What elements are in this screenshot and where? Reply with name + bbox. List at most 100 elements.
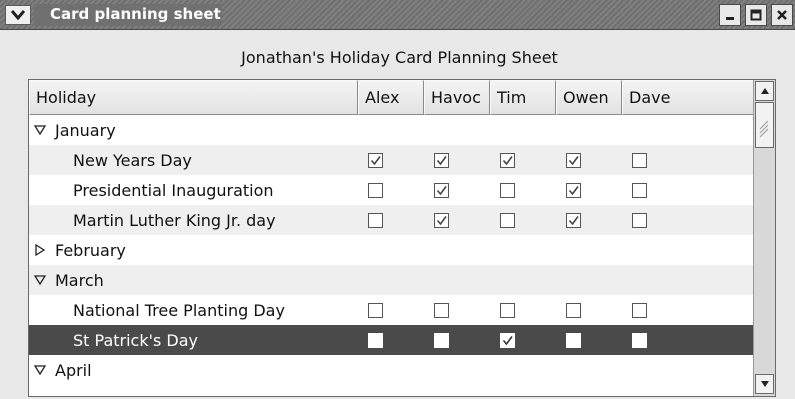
arrow-up-icon	[760, 88, 769, 94]
tree-group-row[interactable]: March	[29, 265, 765, 295]
holiday-cell: National Tree Planting Day	[29, 295, 358, 325]
column-header-holiday[interactable]: Holiday	[29, 80, 358, 115]
expander-expanded-icon[interactable]	[33, 273, 47, 287]
column-header-dave[interactable]: Dave	[622, 80, 765, 115]
expander-expanded-icon[interactable]	[33, 363, 47, 377]
checkbox-owen[interactable]	[566, 182, 581, 198]
column-header-owen[interactable]: Owen	[556, 80, 622, 115]
checkbox-dave[interactable]	[632, 332, 647, 348]
column-header-row: Holiday Alex Havoc Tim Owen Dave	[29, 80, 765, 115]
check-cell-havoc	[424, 145, 490, 175]
checkbox-dave[interactable]	[632, 302, 647, 318]
scroll-up-button[interactable]	[755, 81, 774, 101]
check-cell-tim	[490, 295, 556, 325]
window-title: Card planning sheet	[50, 5, 221, 23]
holiday-cell: March	[29, 265, 358, 295]
checkbox-alex[interactable]	[368, 182, 383, 198]
check-cell-tim	[490, 175, 556, 205]
checkbox-owen[interactable]	[566, 332, 581, 348]
checkmark-icon	[568, 185, 579, 195]
checkbox-owen[interactable]	[566, 302, 581, 318]
check-cell-tim	[490, 325, 556, 355]
scroll-down-button[interactable]	[755, 374, 774, 394]
app-window: Card planning sheet Jonathan's Holiday C…	[0, 0, 795, 399]
check-cell-tim	[490, 205, 556, 235]
checkbox-tim[interactable]	[500, 152, 515, 168]
tree-rows: January New Years Day Presidential Inaugur…	[29, 115, 765, 385]
checkbox-tim[interactable]	[500, 332, 515, 348]
checkbox-dave[interactable]	[632, 152, 647, 168]
checkbox-dave[interactable]	[632, 182, 647, 198]
checkbox-havoc[interactable]	[434, 182, 449, 198]
holiday-label: Martin Luther King Jr. day	[73, 210, 276, 230]
holiday-tree-view[interactable]: Holiday Alex Havoc Tim Owen Dave January…	[28, 79, 776, 397]
checkbox-tim[interactable]	[500, 302, 515, 318]
check-cell-alex	[358, 175, 424, 205]
checkbox-alex[interactable]	[368, 302, 383, 318]
holiday-cell: Presidential Inauguration	[29, 175, 358, 205]
holiday-label: St Patrick's Day	[73, 330, 199, 350]
holiday-label: April	[55, 360, 92, 380]
checkbox-havoc[interactable]	[434, 332, 449, 348]
check-cell-owen	[556, 175, 622, 205]
checkbox-dave[interactable]	[632, 212, 647, 228]
check-cell-dave	[622, 205, 765, 235]
checkbox-tim[interactable]	[500, 182, 515, 198]
title-bar[interactable]: Card planning sheet	[0, 0, 795, 30]
check-cell-havoc	[424, 325, 490, 355]
window-content: Jonathan's Holiday Card Planning Sheet H…	[10, 30, 789, 399]
check-cell-havoc	[424, 205, 490, 235]
checkmark-icon	[502, 155, 513, 165]
checkbox-alex[interactable]	[368, 332, 383, 348]
checkbox-havoc[interactable]	[434, 152, 449, 168]
close-button[interactable]	[771, 4, 793, 26]
holiday-cell: April	[29, 355, 358, 385]
sheet-title: Jonathan's Holiday Card Planning Sheet	[241, 48, 558, 67]
chevron-down-icon	[11, 10, 25, 20]
window-menu-button[interactable]	[5, 5, 31, 25]
check-cell-alex	[358, 295, 424, 325]
check-cell-owen	[556, 325, 622, 355]
vertical-scrollbar[interactable]	[753, 80, 775, 396]
tree-item-row[interactable]: National Tree Planting Day	[29, 295, 765, 325]
grip-icon	[759, 120, 769, 138]
tree-group-row[interactable]: January	[29, 115, 765, 145]
checkmark-icon	[568, 155, 579, 165]
checkbox-owen[interactable]	[566, 152, 581, 168]
check-cell-alex	[358, 145, 424, 175]
check-cell-alex	[358, 205, 424, 235]
expander-expanded-icon[interactable]	[33, 123, 47, 137]
check-cell-owen	[556, 295, 622, 325]
column-header-alex[interactable]: Alex	[358, 80, 424, 115]
check-cell-dave	[622, 145, 765, 175]
checkmark-icon	[436, 215, 447, 225]
holiday-cell: St Patrick's Day	[29, 325, 358, 355]
maximize-icon	[750, 9, 762, 21]
check-cell-dave	[622, 295, 765, 325]
holiday-cell: New Years Day	[29, 145, 358, 175]
checkbox-owen[interactable]	[566, 212, 581, 228]
checkbox-alex[interactable]	[368, 212, 383, 228]
checkmark-icon	[370, 155, 381, 165]
minimize-button[interactable]	[719, 4, 741, 26]
scroll-thumb[interactable]	[755, 102, 774, 148]
tree-item-row[interactable]: St Patrick's Day	[29, 325, 765, 355]
check-cell-havoc	[424, 295, 490, 325]
tree-item-row[interactable]: Martin Luther King Jr. day	[29, 205, 765, 235]
checkbox-havoc[interactable]	[434, 302, 449, 318]
checkbox-havoc[interactable]	[434, 212, 449, 228]
window-controls	[715, 4, 795, 26]
checkbox-tim[interactable]	[500, 212, 515, 228]
holiday-cell: February	[29, 235, 358, 265]
maximize-button[interactable]	[745, 4, 767, 26]
check-cell-owen	[556, 205, 622, 235]
column-header-havoc[interactable]: Havoc	[424, 80, 490, 115]
tree-group-row[interactable]: February	[29, 235, 765, 265]
checkbox-alex[interactable]	[368, 152, 383, 168]
tree-group-row[interactable]: April	[29, 355, 765, 385]
tree-item-row[interactable]: Presidential Inauguration	[29, 175, 765, 205]
expander-collapsed-icon[interactable]	[33, 243, 47, 257]
holiday-label: January	[55, 120, 116, 140]
column-header-tim[interactable]: Tim	[490, 80, 556, 115]
tree-item-row[interactable]: New Years Day	[29, 145, 765, 175]
